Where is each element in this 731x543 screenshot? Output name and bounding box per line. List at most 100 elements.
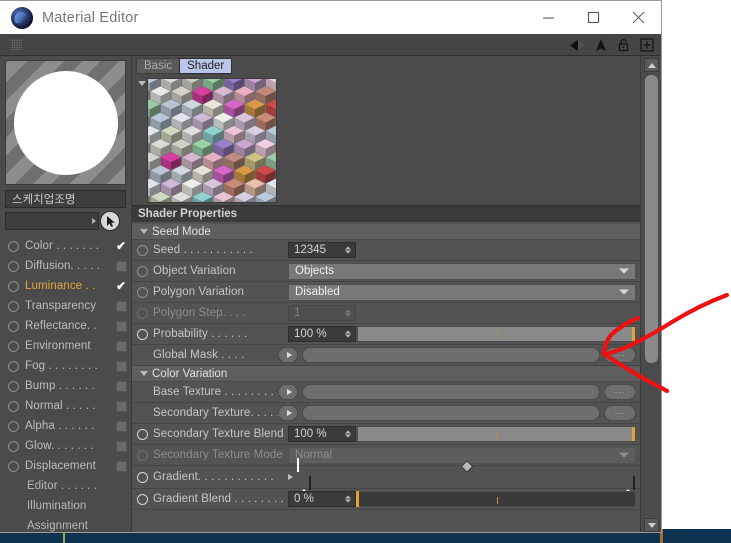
texture-browse-button[interactable]: ... [604,405,636,421]
gradient-stop-start[interactable] [299,476,311,494]
property-radio[interactable] [137,286,148,298]
slider-number-input[interactable]: 0 % [288,491,356,507]
maximize-icon[interactable] [571,1,616,34]
channel-enable-radio[interactable] [8,260,19,272]
material-preview[interactable] [5,60,126,185]
property-radio[interactable] [137,471,148,483]
channel-row[interactable]: Fog . . . . . . . . [5,356,131,376]
slider-number-input[interactable]: 100 % [288,426,356,442]
channel-checkbox[interactable] [115,400,127,412]
channel-row[interactable]: Luminance . . ✔ [5,276,131,296]
gradient-midpoint-handle[interactable] [460,460,473,473]
texture-dropdown-button[interactable] [278,405,298,421]
property-radio[interactable] [137,493,148,505]
close-icon[interactable] [616,1,661,34]
property-dropdown[interactable]: Disabled [288,283,636,301]
number-input[interactable]: 12345 [288,242,356,258]
channel-checkbox[interactable] [115,420,127,432]
lock-icon[interactable] [615,37,632,54]
number-input[interactable]: 1 [288,305,356,321]
stepper-icon[interactable] [345,330,351,338]
property-slider[interactable] [356,491,636,507]
property-radio[interactable] [137,328,148,340]
channel-enable-radio[interactable] [8,420,19,432]
property-slider[interactable] [357,326,636,342]
property-dropdown[interactable]: Objects [288,262,636,280]
property-radio[interactable] [137,265,148,277]
channel-row[interactable]: Editor . . . . . . [5,476,131,496]
back-arrow-icon[interactable] [569,37,586,54]
up-arrow-icon[interactable] [592,37,609,54]
channel-checkbox[interactable] [115,340,127,352]
channel-row[interactable]: Normal . . . . . [5,396,131,416]
chevron-right-icon[interactable] [288,474,293,480]
channel-row[interactable]: Bump . . . . . . [5,376,131,396]
channel-row[interactable]: Environment [5,336,131,356]
stepper-icon[interactable] [345,246,351,254]
texture-dropdown-button[interactable] [278,384,298,400]
stepper-icon[interactable] [345,430,351,438]
channel-enable-radio[interactable] [8,340,19,352]
channel-enable-radio[interactable] [8,360,19,372]
texture-path-field[interactable] [302,347,600,363]
property-radio[interactable] [137,428,148,440]
tab-shader[interactable]: Shader [179,57,233,74]
texture-dropdown-button[interactable] [278,347,298,363]
drag-grip-icon[interactable] [11,39,22,50]
property-radio[interactable] [137,244,148,256]
property-radio[interactable] [137,307,148,319]
collapse-toggle-icon[interactable] [136,78,147,91]
channel-enable-radio[interactable] [8,240,19,252]
scrollbar-thumb[interactable] [644,74,659,364]
channel-row[interactable]: Reflectance. . [5,316,131,336]
material-secondary-input[interactable] [5,212,99,230]
tab-basic[interactable]: Basic [136,57,181,74]
channel-checkbox[interactable] [115,360,127,372]
channel-checkbox[interactable]: ✔ [115,280,127,292]
channel-row[interactable]: Color . . . . . . . ✔ [5,236,131,256]
shader-preview-thumbnail[interactable] [147,78,277,203]
channel-enable-radio[interactable] [8,300,19,312]
property-radio[interactable] [137,449,148,461]
scroll-up-icon[interactable] [644,58,659,72]
channel-checkbox[interactable] [115,320,127,332]
channel-row[interactable]: Assignment [5,516,131,532]
channel-row[interactable]: Alpha . . . . . . [5,416,131,436]
stepper-icon[interactable] [345,309,351,317]
mouse-cursor-icon[interactable] [100,211,120,231]
channel-enable-radio[interactable] [8,440,19,452]
group-collapse-icon[interactable] [140,371,148,376]
group-header[interactable]: Color Variation [132,366,640,382]
title-bar[interactable]: Material Editor [0,1,661,34]
add-panel-icon[interactable] [638,37,655,54]
properties-scrollbar[interactable] [640,56,661,532]
texture-path-field[interactable] [302,384,600,400]
property-slider[interactable] [357,426,636,442]
channel-row[interactable]: Illumination [5,496,131,516]
group-collapse-icon[interactable] [140,229,148,234]
group-header[interactable]: Seed Mode [132,224,640,240]
gradient-bar[interactable] [297,458,299,472]
gradient-editor[interactable] [297,458,636,495]
channel-checkbox[interactable] [115,380,127,392]
texture-browse-button[interactable]: ... [604,384,636,400]
material-name-field[interactable]: 스케치업조명 [5,190,126,208]
channel-enable-radio[interactable] [8,320,19,332]
channel-checkbox[interactable] [115,440,127,452]
channel-row[interactable]: Diffusion. . . . . [5,256,131,276]
channel-checkbox[interactable]: ✔ [115,240,127,252]
channel-checkbox[interactable] [115,260,127,272]
slider-number-input[interactable]: 100 % [288,326,356,342]
stepper-icon[interactable] [345,495,351,503]
channel-row[interactable]: Glow. . . . . . . [5,436,131,456]
channel-checkbox[interactable] [115,460,127,472]
texture-browse-button[interactable]: ... [604,347,636,363]
channel-row[interactable]: Displacement [5,456,131,476]
channel-checkbox[interactable] [115,300,127,312]
channel-enable-radio[interactable] [8,460,19,472]
texture-path-field[interactable] [302,405,600,421]
channel-enable-radio[interactable] [8,280,19,292]
gradient-stop-end[interactable] [623,476,635,494]
scroll-down-icon[interactable] [644,518,659,532]
channel-row[interactable]: Transparency [5,296,131,316]
